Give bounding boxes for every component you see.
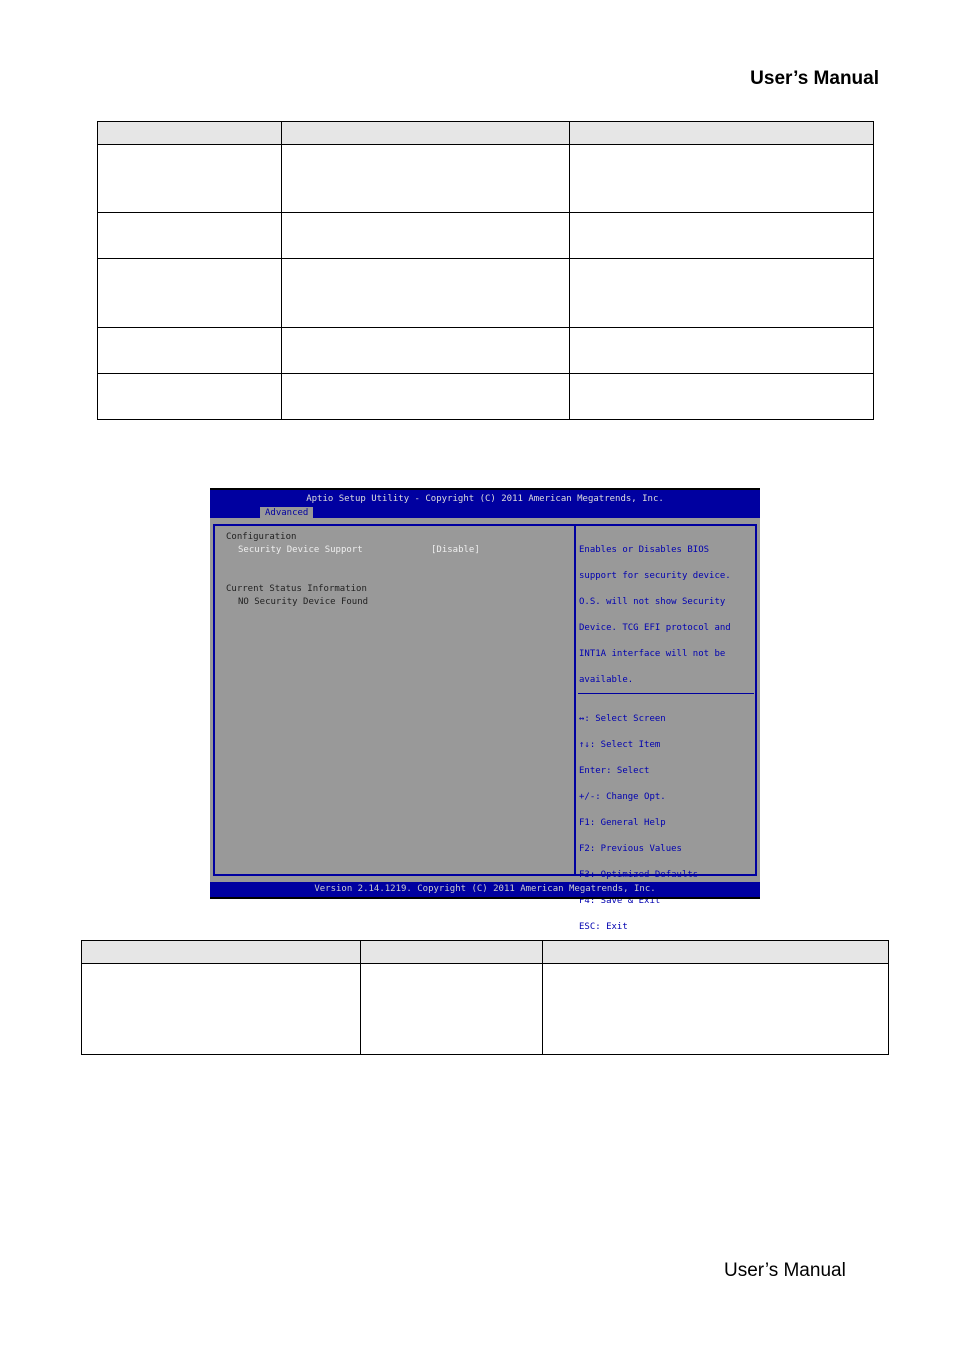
help-line: Enables or Disables BIOS (579, 545, 710, 555)
key-hint: ESC: Exit (579, 922, 628, 932)
status-text: NO Security Device Found (238, 597, 369, 607)
page-header: User’s Manual (750, 68, 879, 89)
tab-advanced[interactable]: Advanced (260, 507, 314, 519)
divider (574, 524, 576, 876)
security-device-support-item[interactable]: Security Device Support (238, 544, 363, 557)
key-hint: ↑↓: Select Item (579, 740, 661, 750)
help-line: available. (579, 675, 634, 685)
key-hint: ↔: Select Screen (579, 714, 666, 724)
table-row (81, 963, 889, 1055)
table-row (97, 373, 874, 420)
page-footer: User’s Manual (724, 1260, 846, 1281)
section-configuration: Configuration (226, 532, 297, 542)
security-device-support-value[interactable]: [Disable] (431, 544, 480, 557)
table-row (97, 327, 874, 374)
key-hint: F1: General Help (579, 818, 666, 828)
settings-table-2 (81, 940, 889, 1055)
help-line: O.S. will not show Security (579, 597, 726, 607)
key-hint: +/-: Change Opt. (579, 792, 666, 802)
help-line: support for security device. (579, 571, 731, 581)
key-hint: Enter: Select (579, 766, 650, 776)
bios-version-bar: Version 2.14.1219. Copyright (C) 2011 Am… (210, 882, 760, 899)
manual-page: User’s Manual Aptio Setup Utility - Copy… (0, 0, 954, 1350)
help-line: Device. TCG EFI protocol and (579, 623, 731, 633)
settings-table-1 (97, 121, 874, 420)
key-legend: ↔: Select Screen ↑↓: Select Item Enter: … (579, 700, 698, 947)
table-row (97, 144, 874, 213)
key-hint: F3: Optimized Defaults (579, 870, 699, 880)
help-line: INT1A interface will not be (579, 649, 726, 659)
bios-title-bar: Aptio Setup Utility - Copyright (C) 2011… (210, 488, 760, 519)
key-hint: F2: Previous Values (579, 844, 682, 854)
bios-title: Aptio Setup Utility - Copyright (C) 2011… (306, 494, 664, 504)
help-text: Enables or Disables BIOS support for sec… (579, 531, 731, 700)
section-current-status: Current Status Information (226, 584, 367, 594)
table-row (97, 212, 874, 259)
bios-screenshot: Aptio Setup Utility - Copyright (C) 2011… (210, 488, 760, 932)
table-row (97, 258, 874, 328)
